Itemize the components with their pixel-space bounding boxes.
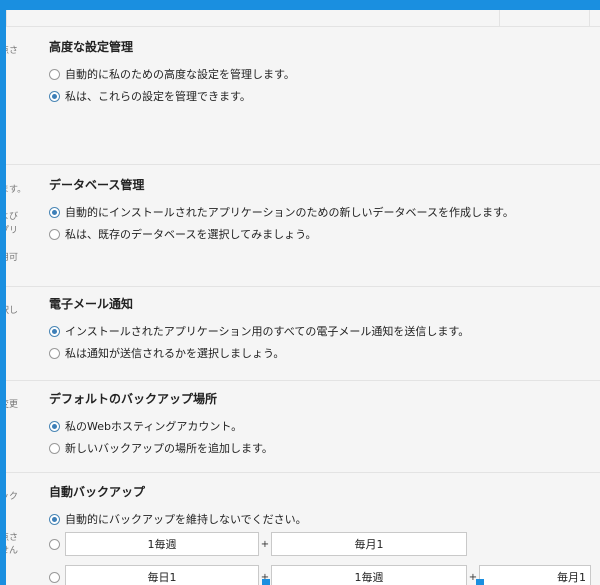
database-option-auto[interactable]: 自動的にインストールされたアプリケーションのための新しいデータベースを作成します… [49,201,514,223]
backup-schedule-row-2[interactable]: 毎日1 + 1毎週 + 毎月1 [49,565,591,585]
option-label: 自動的にインストールされたアプリケーションのための新しいデータベースを作成します… [65,206,514,219]
section-title: 自動バックアップ [49,485,146,499]
backup-location-section: デフォルトのバックアップ場所 私のWebホスティングアカウント。 新しいバックア… [49,391,273,459]
section-divider [6,286,600,287]
left-text-fragment: 変更 [6,400,19,410]
radio-button[interactable] [49,347,60,359]
radio-button[interactable] [49,571,60,583]
window-edge [476,579,484,585]
plus-sign: + [260,538,270,550]
left-text-fragment: せん [6,546,19,556]
database-option-existing[interactable]: 私は、既存のデータベースを選択してみましょう。 [49,223,514,245]
option-label: 私は、既存のデータベースを選択してみましょう。 [65,228,317,241]
monthly-backup-field[interactable]: 毎月1 [479,565,591,585]
left-text-fragment: 用可 [6,253,19,263]
section-divider [6,380,600,381]
top-bar [6,10,600,27]
radio-button[interactable] [49,68,60,80]
radio-button[interactable] [49,442,60,454]
left-column-clipped: 点さ ます。 よび プリ 用可 択し 変更 ック 点さ せん [6,10,34,585]
radio-button[interactable] [49,538,60,550]
radio-button[interactable] [49,90,60,102]
backup-location-option-new[interactable]: 新しいバックアップの場所を追加します。 [49,437,273,459]
section-divider [6,164,600,165]
window-edge [262,579,270,585]
section-title: デフォルトのバックアップ場所 [49,392,218,406]
email-notification-section: 電子メール通知 インストールされたアプリケーション用のすべての電子メール通知を送… [49,296,469,364]
section-title: 高度な設定管理 [49,40,134,54]
option-label: 自動的にバックアップを維持しないでください。 [65,513,307,526]
advanced-option-auto[interactable]: 自動的に私のための高度な設定を管理します。 [49,63,295,85]
radio-button[interactable] [49,420,60,432]
backup-location-option-hosting[interactable]: 私のWebホスティングアカウント。 [49,415,273,437]
option-label: 私は、これらの設定を管理できます。 [65,90,251,103]
left-text-fragment: 点さ [6,46,19,56]
backup-schedule-row-1[interactable]: 1毎週 + 毎月1 [49,532,467,556]
advanced-option-manual[interactable]: 私は、これらの設定を管理できます。 [49,85,295,107]
email-option-all[interactable]: インストールされたアプリケーション用のすべての電子メール通知を送信します。 [49,320,469,342]
left-text-fragment: よび [6,212,19,222]
option-label: インストールされたアプリケーション用のすべての電子メール通知を送信します。 [65,325,470,338]
monthly-backup-field[interactable]: 毎月1 [271,532,467,556]
option-label: 私は通知が送信されるかを選択しましょう。 [65,347,285,360]
section-title: データベース管理 [49,178,145,192]
option-label: 自動的に私のための高度な設定を管理します。 [65,68,295,81]
settings-panel: 点さ ます。 よび プリ 用可 択し 変更 ック 点さ せん 高度な設定管理 自… [6,10,600,585]
left-text-fragment: 択し [6,306,19,316]
top-bar-divider [499,10,500,26]
weekly-backup-field[interactable]: 1毎週 [271,565,467,585]
option-label: 新しいバックアップの場所を追加します。 [65,442,273,455]
left-text-fragment: 点さ [6,533,19,543]
left-text-fragment: ック [6,492,19,502]
radio-button[interactable] [49,513,60,525]
advanced-settings-section: 高度な設定管理 自動的に私のための高度な設定を管理します。 私は、これらの設定を… [49,39,295,107]
option-label: 私のWebホスティングアカウント。 [65,420,243,433]
left-text-fragment: プリ [6,226,19,236]
auto-backup-section: 自動バックアップ 自動的にバックアップを維持しないでください。 [49,484,307,530]
weekly-backup-field[interactable]: 1毎週 [65,532,259,556]
section-title: 電子メール通知 [49,297,134,311]
top-bar-divider [589,10,590,26]
email-option-choose[interactable]: 私は通知が送信されるかを選択しましょう。 [49,342,469,364]
radio-button[interactable] [49,228,60,240]
radio-button[interactable] [49,206,60,218]
auto-backup-option-none[interactable]: 自動的にバックアップを維持しないでください。 [49,508,307,530]
section-divider [6,472,600,473]
left-text-fragment: ます。 [6,185,27,195]
radio-button[interactable] [49,325,60,337]
database-section: データベース管理 自動的にインストールされたアプリケーションのための新しいデータ… [49,177,514,245]
daily-backup-field[interactable]: 毎日1 [65,565,259,585]
